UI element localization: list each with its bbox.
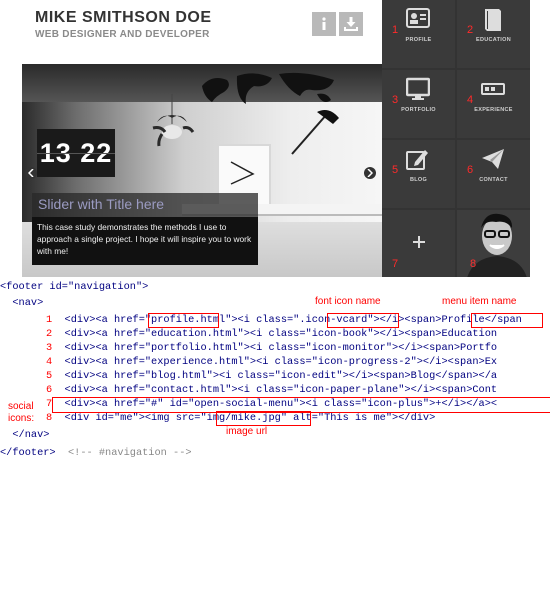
open-social-menu-tile[interactable]: 7 [382, 210, 455, 277]
code-comment: <!-- #navigation --> [55, 447, 192, 459]
nav-tile-blog[interactable]: 5 BLOG [382, 140, 455, 208]
highlight-box-image-url [216, 411, 311, 426]
monitor-icon [406, 77, 430, 100]
tile-number: 5 [392, 164, 399, 176]
code-text: <div><a href="contact.html"><i class="ic… [52, 384, 498, 396]
annotation-image-url: image url [226, 426, 268, 437]
slider-caption-title-bar: Slider with Title here [32, 193, 258, 217]
edit-icon [406, 150, 428, 170]
info-icon [322, 17, 326, 30]
code-line-4: 4 <div><a href="experience.html"><i clas… [46, 356, 497, 369]
plus-icon [413, 236, 425, 248]
code-text: </footer> [0, 447, 56, 459]
code-snippet: <footer id="navigation"> <nav> font icon… [0, 279, 550, 484]
code-line-2: 2 <div><a href="education.html"><i class… [46, 328, 497, 341]
book-icon [485, 9, 501, 31]
paper-plane-icon [482, 149, 504, 169]
tile-label: EXPERIENCE [474, 107, 513, 113]
tile-number: 7 [392, 258, 399, 270]
tile-number: 6 [467, 164, 474, 176]
tile-number: 1 [392, 24, 399, 36]
me-photo-tile: 8 [457, 210, 530, 277]
nav-tile-experience[interactable]: 4 EXPERIENCE [457, 70, 530, 138]
nav-grid: 1 PROFILE 2 EDUCATION 3 PORTFOLIO 4 EXPE… [382, 0, 530, 277]
tile-number: 4 [467, 94, 474, 106]
code-line: </nav> [0, 429, 50, 441]
tile-label: EDUCATION [476, 37, 511, 43]
code-text: <div><a href="profile.html"><i class=".i… [52, 314, 522, 326]
annotation-font-icon-name: font icon name [315, 296, 381, 307]
slider-caption-box: This case study demonstrates the methods… [32, 217, 258, 265]
hanging-plant [152, 94, 195, 147]
site-name: MIKE SMITHSON DOE [35, 9, 212, 26]
website-screenshot: MIKE SMITHSON DOE WEB DESIGNER AND DEVEL… [22, 0, 530, 277]
nav-tile-education[interactable]: 2 EDUCATION [457, 0, 530, 68]
code-line-footer-close: </footer> <!-- #navigation --> [0, 447, 192, 460]
desk-lamp [291, 110, 339, 155]
site-header: MIKE SMITHSON DOE WEB DESIGNER AND DEVEL… [22, 0, 382, 64]
info-button[interactable] [312, 12, 336, 36]
flip-clock: 13 22 [37, 129, 115, 177]
slider-caption-text: This case study demonstrates the methods… [37, 222, 252, 256]
nav-tile-portfolio[interactable]: 3 PORTFOLIO [382, 70, 455, 138]
tile-label: PROFILE [405, 37, 432, 43]
tile-number: 8 [470, 258, 477, 270]
code-line-1: 1 <div><a href="profile.html"><i class="… [46, 314, 522, 327]
annotation-social-icons: social icons: [8, 401, 35, 424]
chevron-left-icon [28, 169, 34, 177]
profile-photo [457, 210, 530, 277]
code-line-3: 3 <div><a href="portfolio.html"><i class… [46, 342, 497, 355]
highlight-box-menu-name [471, 313, 543, 328]
slider-next-button[interactable] [364, 167, 376, 179]
highlight-box-icon-class [327, 313, 399, 328]
code-text: <div><a href="blog.html"><i class="icon-… [52, 370, 498, 382]
nav-tile-profile[interactable]: 1 PROFILE [382, 0, 455, 68]
tile-label: CONTACT [479, 177, 508, 183]
annotation-menu-item-name: menu item name [442, 296, 517, 307]
code-line-5: 5 <div><a href="blog.html"><i class="ico… [46, 370, 497, 383]
tile-number: 3 [392, 94, 399, 106]
code-line: <footer id="navigation"> [0, 281, 149, 293]
tile-number: 2 [467, 24, 474, 36]
slider-title: Slider with Title here [38, 196, 165, 212]
code-text: <div><a href="experience.html"><i class=… [52, 356, 498, 368]
world-map-decal [202, 72, 334, 104]
code-line: <nav> [0, 297, 44, 309]
code-text: <div><a href="education.html"><i class="… [52, 328, 498, 340]
image-slider: 13 22 Slider with Title here This case s… [22, 64, 382, 277]
highlight-box-href [148, 313, 219, 328]
slider-prev-button[interactable] [25, 167, 37, 179]
site-role: WEB DESIGNER AND DEVELOPER [35, 29, 210, 40]
progress-icon [481, 83, 505, 95]
tile-label: PORTFOLIO [401, 107, 436, 113]
download-button[interactable] [339, 12, 363, 36]
vcard-icon [406, 8, 430, 28]
download-icon [344, 17, 358, 31]
chevron-right-icon [367, 169, 373, 177]
code-line-6: 6 <div><a href="contact.html"><i class="… [46, 384, 497, 397]
code-text: <div><a href="portfolio.html"><i class="… [52, 342, 498, 354]
tile-label: BLOG [409, 177, 428, 183]
nav-tile-contact[interactable]: 6 CONTACT [457, 140, 530, 208]
